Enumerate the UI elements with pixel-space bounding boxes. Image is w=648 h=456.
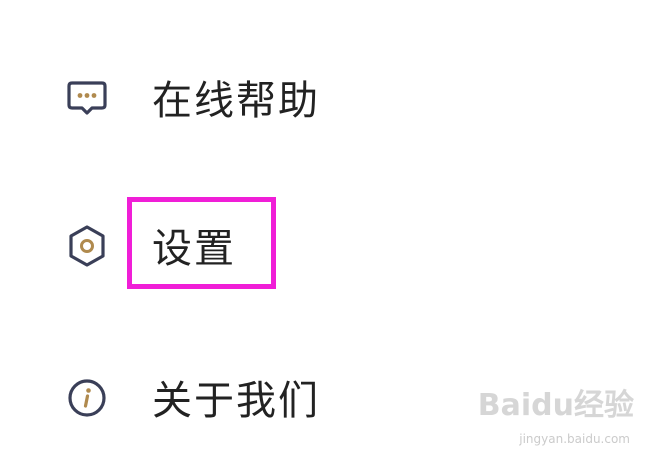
chat-bubble-icon [64, 75, 110, 121]
settings-menu: 在线帮助 设置 关于我们 Baidu经验 jingyan.baidu.com [0, 0, 648, 456]
menu-item-online-help[interactable]: 在线帮助 [0, 58, 648, 138]
hexagon-settings-icon [64, 223, 110, 269]
info-icon [64, 375, 110, 421]
menu-item-label: 关于我们 [152, 377, 320, 424]
menu-item-about-us[interactable]: 关于我们 [0, 358, 648, 438]
menu-item-label: 在线帮助 [152, 77, 320, 124]
menu-item-label: 设置 [152, 225, 236, 272]
menu-item-settings[interactable]: 设置 [0, 206, 648, 286]
